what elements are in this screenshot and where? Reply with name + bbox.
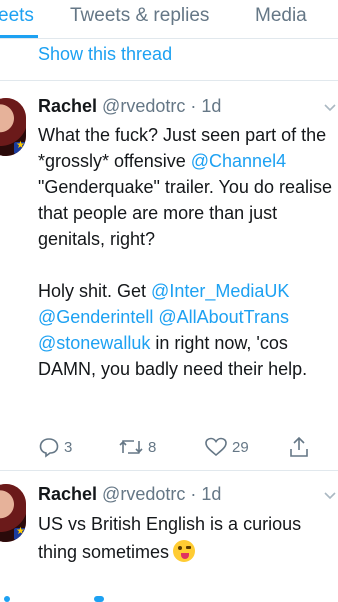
like-icon bbox=[205, 437, 227, 457]
active-tab-indicator bbox=[0, 35, 38, 38]
tweet-text-part: Holy shit. Get bbox=[38, 281, 152, 301]
tab-media[interactable]: Media bbox=[255, 5, 307, 27]
retweet-icon bbox=[119, 440, 143, 454]
share-button[interactable] bbox=[288, 436, 314, 458]
show-thread-link[interactable]: Show this thread bbox=[38, 44, 172, 65]
reply-count: 3 bbox=[64, 438, 73, 456]
mention-link[interactable]: @stonewalluk bbox=[38, 333, 150, 353]
tweet-text: US vs British English is a curious thing… bbox=[38, 510, 334, 566]
user-handle[interactable]: @rvedotrc bbox=[102, 484, 185, 504]
display-name[interactable]: Rachel bbox=[38, 484, 97, 504]
tab-tweets-and-replies[interactable]: Tweets & replies bbox=[70, 5, 209, 27]
mention-link[interactable]: @AllAboutTrans bbox=[158, 307, 289, 327]
like-count: 29 bbox=[232, 438, 249, 456]
share-icon bbox=[290, 436, 308, 457]
tab-bar-hint bbox=[4, 596, 10, 602]
eu-flag-badge bbox=[14, 526, 26, 540]
chevron-down-icon[interactable] bbox=[324, 492, 336, 500]
reply-icon bbox=[39, 438, 59, 458]
tweet-text-part: US vs British English is a curious thing… bbox=[38, 514, 307, 562]
divider bbox=[0, 80, 338, 81]
avatar[interactable] bbox=[0, 484, 26, 542]
profile-tabs: eets Tweets & replies Media bbox=[0, 0, 338, 39]
display-name[interactable]: Rachel bbox=[38, 96, 97, 116]
mention-link[interactable]: @Channel4 bbox=[191, 151, 286, 171]
tweet-header: Rachel @rvedotrc · 1d bbox=[38, 96, 221, 117]
retweet-button[interactable]: 8 bbox=[118, 436, 156, 458]
mention-link[interactable]: @Genderintell bbox=[38, 307, 153, 327]
avatar[interactable] bbox=[0, 98, 26, 156]
chevron-down-icon[interactable] bbox=[324, 104, 336, 112]
separator-dot: · bbox=[185, 96, 202, 116]
tab-tweets[interactable]: eets bbox=[0, 5, 34, 27]
tab-bar-hint bbox=[94, 596, 104, 602]
mention-link[interactable]: @Inter_MediaUK bbox=[151, 281, 289, 301]
separator-dot: · bbox=[185, 484, 202, 504]
like-button[interactable]: 29 bbox=[204, 436, 249, 458]
divider bbox=[0, 470, 338, 471]
tweet-text: What the fuck? Just seen part of the *gr… bbox=[38, 122, 338, 382]
reply-button[interactable]: 3 bbox=[38, 436, 72, 458]
retweet-count: 8 bbox=[148, 438, 157, 456]
timestamp[interactable]: 1d bbox=[201, 484, 221, 504]
user-handle[interactable]: @rvedotrc bbox=[102, 96, 185, 116]
timestamp[interactable]: 1d bbox=[201, 96, 221, 116]
winking-tongue-emoji bbox=[173, 540, 196, 562]
eu-flag-badge bbox=[14, 140, 26, 154]
tweet-header: Rachel @rvedotrc · 1d bbox=[38, 484, 221, 505]
